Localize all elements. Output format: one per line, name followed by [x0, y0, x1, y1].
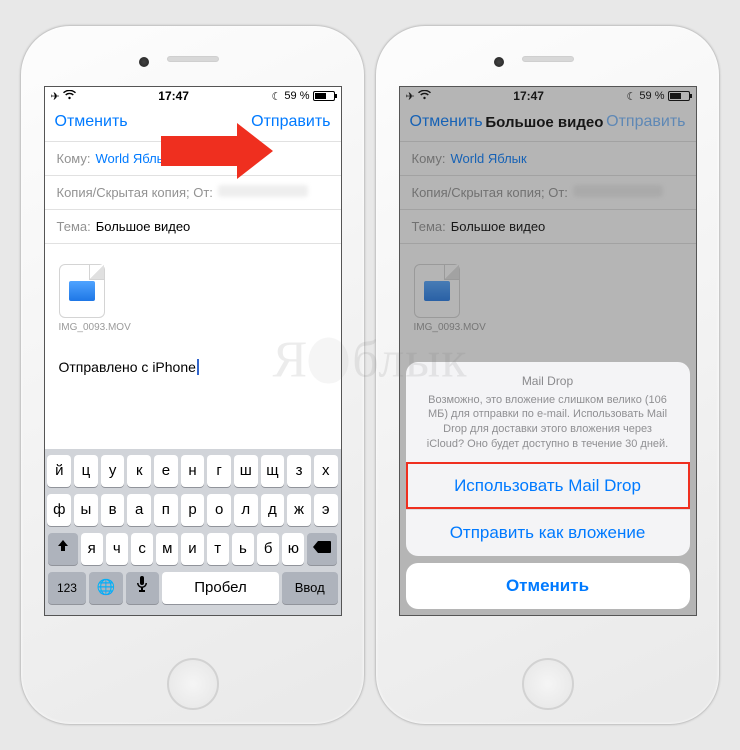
message-body[interactable]: IMG_0093.MOV Отправлено с iPhone	[45, 244, 341, 389]
front-camera	[494, 57, 504, 67]
key[interactable]: ь	[232, 533, 254, 565]
subject-field[interactable]: Тема: Большое видео	[45, 210, 341, 244]
screen-right: ✈︎ 17:47 ☾ 59 % Отменить Большое видео О…	[399, 86, 697, 616]
key[interactable]: щ	[261, 455, 285, 487]
attachment-thumb	[59, 264, 105, 318]
key[interactable]: н	[181, 455, 205, 487]
key[interactable]: п	[154, 494, 178, 526]
mic-key[interactable]	[126, 572, 159, 604]
to-field[interactable]: Кому: World Яблык	[45, 142, 341, 176]
earpiece-speaker	[167, 56, 219, 62]
action-sheet: Mail Drop Возможно, это вложение слишком…	[400, 356, 696, 615]
compose-header: Отменить Отправить	[45, 105, 341, 142]
key[interactable]: э	[314, 494, 338, 526]
use-mail-drop-button[interactable]: Использовать Mail Drop	[406, 462, 690, 509]
key[interactable]: в	[101, 494, 125, 526]
key[interactable]: ч	[106, 533, 128, 565]
cc-label: Копия/Скрытая копия; От:	[57, 185, 213, 200]
phone-right: ✈︎ 17:47 ☾ 59 % Отменить Большое видео О…	[375, 25, 720, 725]
key[interactable]: б	[257, 533, 279, 565]
signature: Отправлено с iPhone	[59, 359, 327, 375]
key-row-2: ф ы в а п р о л д ж э	[48, 494, 338, 526]
key[interactable]: г	[207, 455, 231, 487]
battery-percent: 59 %	[284, 90, 309, 102]
key-row-3: я ч с м и т ь б ю	[48, 533, 338, 565]
key[interactable]: ф	[47, 494, 71, 526]
sheet-description: Возможно, это вложение слишком велико (1…	[424, 393, 672, 452]
key[interactable]: л	[234, 494, 258, 526]
return-key[interactable]: Ввод	[282, 572, 338, 604]
key[interactable]: й	[47, 455, 71, 487]
keyboard: й ц у к е н г ш щ з х ф ы в а п	[45, 449, 341, 615]
key[interactable]: д	[261, 494, 285, 526]
key[interactable]: у	[101, 455, 125, 487]
key[interactable]: я	[81, 533, 103, 565]
key-row-1: й ц у к е н г ш щ з х	[48, 455, 338, 487]
key[interactable]: м	[156, 533, 178, 565]
sheet-header: Mail Drop Возможно, это вложение слишком…	[406, 362, 690, 462]
key[interactable]: р	[181, 494, 205, 526]
key[interactable]: к	[127, 455, 151, 487]
from-value-redacted	[218, 185, 308, 197]
backspace-key[interactable]	[307, 533, 337, 565]
screen-left: ✈︎ 17:47 ☾ 59 % Отменить Отправить Кому:	[44, 86, 342, 616]
attachment-filename: IMG_0093.MOV	[59, 322, 327, 333]
cc-field[interactable]: Копия/Скрытая копия; От:	[45, 176, 341, 210]
key[interactable]: ж	[287, 494, 311, 526]
front-camera	[139, 57, 149, 67]
key[interactable]: с	[131, 533, 153, 565]
key[interactable]: т	[207, 533, 229, 565]
key[interactable]: ю	[282, 533, 304, 565]
text-caret	[197, 359, 199, 375]
globe-key[interactable]: 🌐	[89, 572, 122, 604]
send-as-attachment-button[interactable]: Отправить как вложение	[406, 509, 690, 556]
key[interactable]: и	[181, 533, 203, 565]
send-button[interactable]: Отправить	[251, 113, 330, 131]
attachment[interactable]: IMG_0093.MOV	[59, 264, 327, 333]
status-time: 17:47	[158, 89, 189, 103]
key[interactable]: ш	[234, 455, 258, 487]
key[interactable]: х	[314, 455, 338, 487]
wifi-icon	[63, 90, 76, 103]
numeric-key[interactable]: 123	[48, 572, 87, 604]
key[interactable]: з	[287, 455, 311, 487]
signature-text: Отправлено с iPhone	[59, 359, 196, 375]
to-label: Кому:	[57, 151, 91, 166]
sheet-cancel-button[interactable]: Отменить	[406, 563, 690, 609]
key[interactable]: е	[154, 455, 178, 487]
subject-value: Большое видео	[96, 219, 191, 234]
key[interactable]: ы	[74, 494, 98, 526]
cancel-button[interactable]: Отменить	[55, 113, 128, 131]
battery-icon	[313, 91, 335, 101]
subject-label: Тема:	[57, 219, 91, 234]
key-row-4: 123 🌐 Пробел Ввод	[48, 572, 338, 604]
airplane-icon: ✈︎	[51, 90, 60, 103]
home-button[interactable]	[167, 658, 219, 710]
key[interactable]: о	[207, 494, 231, 526]
earpiece-speaker	[522, 56, 574, 62]
sheet-title: Mail Drop	[424, 374, 672, 388]
shift-key[interactable]	[48, 533, 78, 565]
status-bar: ✈︎ 17:47 ☾ 59 %	[45, 87, 341, 105]
key[interactable]: а	[127, 494, 151, 526]
phone-left: ✈︎ 17:47 ☾ 59 % Отменить Отправить Кому:	[20, 25, 365, 725]
to-value: World Яблык	[96, 151, 172, 166]
moon-icon: ☾	[272, 90, 282, 103]
home-button[interactable]	[522, 658, 574, 710]
space-key[interactable]: Пробел	[162, 572, 279, 604]
key[interactable]: ц	[74, 455, 98, 487]
